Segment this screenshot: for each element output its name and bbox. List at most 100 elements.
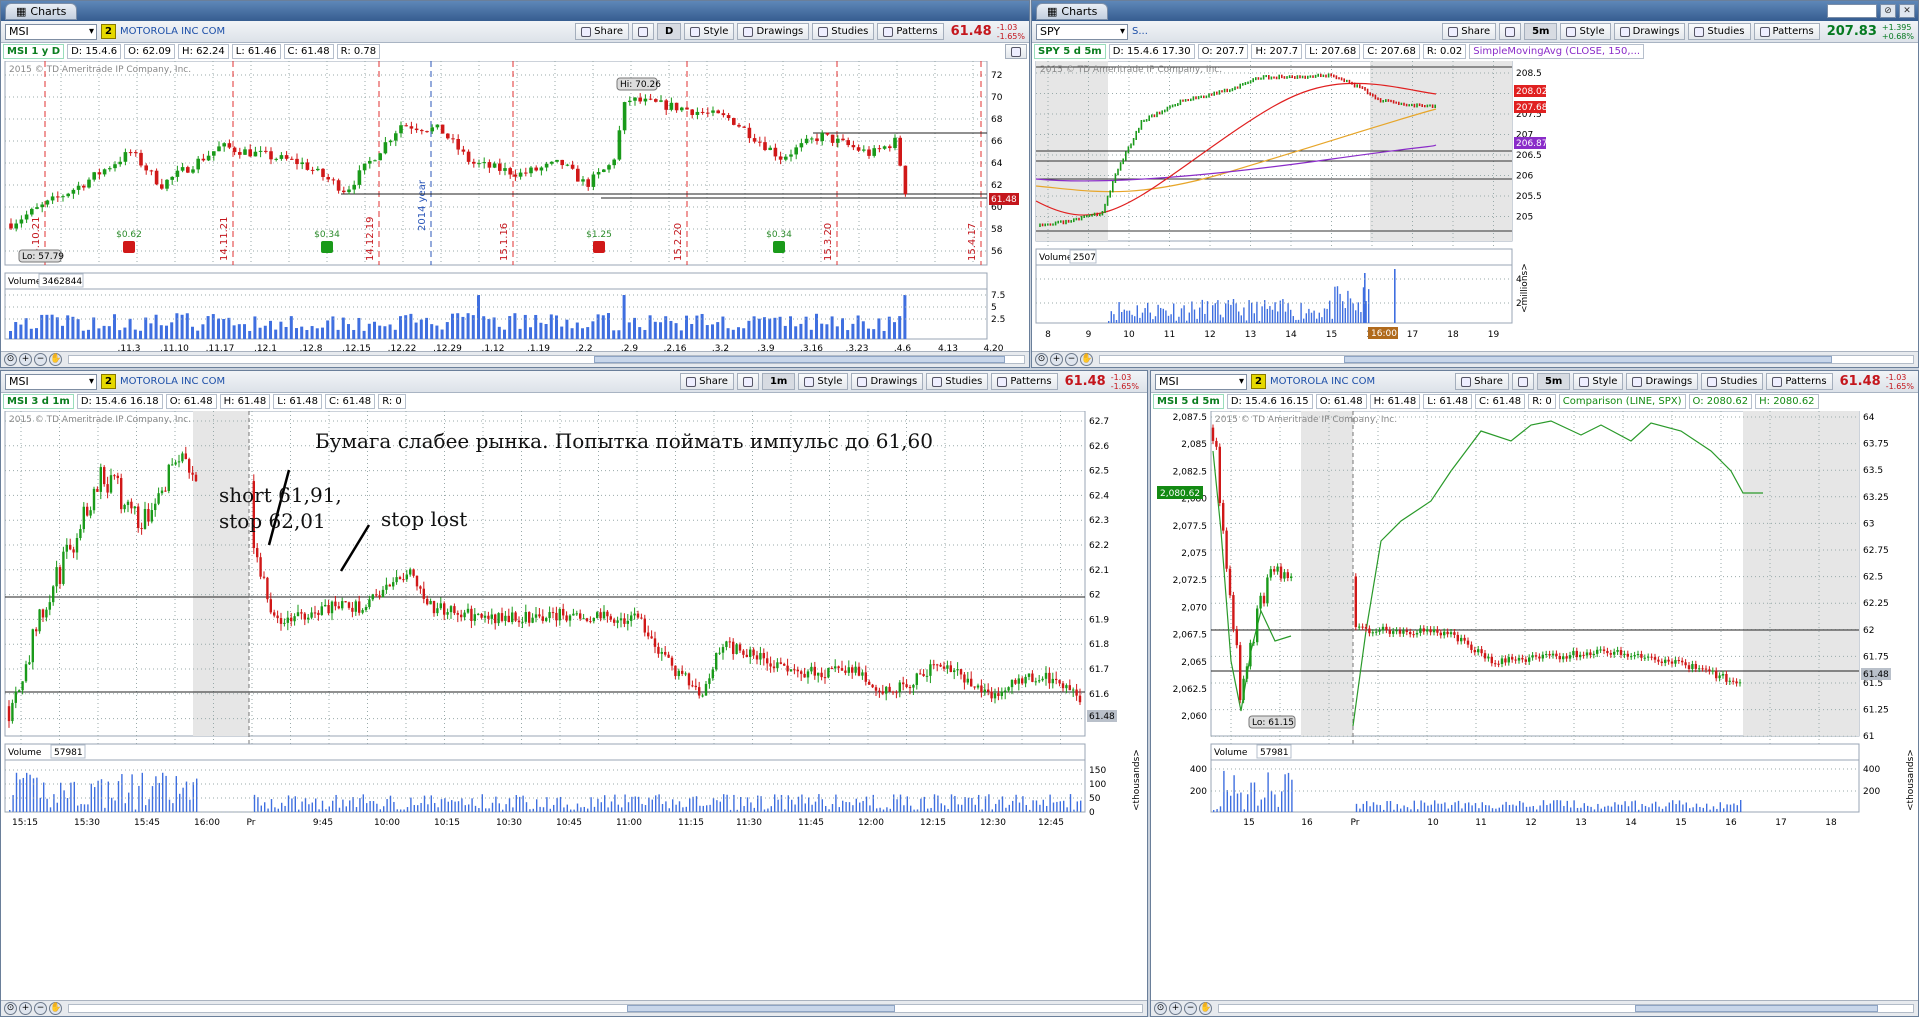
symbol-input[interactable]: MSI xyxy=(1155,373,1247,390)
drawings-button[interactable]: Drawings xyxy=(851,373,924,390)
volume-bar xyxy=(1709,809,1711,812)
chart-info-bar: MSI 1 y D D: 15.4.6 O: 62.09 H: 62.24 L: 61… xyxy=(1,43,1029,60)
volume-bar xyxy=(81,330,85,339)
zoom-reset-icon[interactable]: ⊙ xyxy=(1154,1002,1167,1015)
daily-candlestick-chart[interactable]: 14.10.21 14.11.21 14.12.19 15.1.16 15.2.20 15… xyxy=(1,61,1029,351)
spy-intraday-chart[interactable]: 2015 © TD Ameritrade IP Company, Inc. 20… xyxy=(1032,61,1918,353)
volume-bar xyxy=(318,809,320,812)
share-button[interactable]: Share xyxy=(680,373,734,390)
x-tick-label: .3.23 xyxy=(846,344,869,351)
symbol-input[interactable]: SPY xyxy=(1036,23,1128,40)
volume-bar xyxy=(289,316,293,339)
last-price: 61.48 xyxy=(1064,374,1106,389)
style-button[interactable]: Style xyxy=(798,373,849,390)
studies-button[interactable]: Studies xyxy=(812,23,875,40)
patterns-button[interactable]: Patterns xyxy=(877,23,944,40)
volume-bar xyxy=(1115,320,1118,323)
volume-bar xyxy=(923,796,925,812)
volume-bar xyxy=(1232,299,1235,323)
study-label[interactable]: SimpleMovingAvg (CLOSE, 150,... xyxy=(1469,44,1645,59)
chart-label[interactable]: SPY 5 d 5m xyxy=(1034,44,1106,59)
zoom-out-icon[interactable]: − xyxy=(1065,353,1078,366)
zoom-reset-icon[interactable]: ⊙ xyxy=(1035,353,1048,366)
zoom-reset-icon[interactable]: ⊙ xyxy=(4,1002,17,1015)
link-badge[interactable]: 2 xyxy=(101,24,116,39)
pan-hand-icon[interactable]: ✋ xyxy=(1199,1002,1212,1015)
chart-label[interactable]: MSI 1 y D xyxy=(3,44,65,59)
x-tick-label: 17 xyxy=(1407,330,1418,340)
time-scrollbar[interactable] xyxy=(1218,1004,1914,1013)
symbol-input[interactable]: MSI xyxy=(5,373,97,390)
aggregation-button[interactable]: D xyxy=(657,23,682,40)
msi-vs-spx-comparison-chart[interactable]: 2015 © TD Ameritrade IP Company, Inc. 2,… xyxy=(1151,411,1918,1003)
candle-body xyxy=(966,678,969,683)
pan-hand-icon[interactable]: ✋ xyxy=(1080,353,1093,366)
volume-bar xyxy=(211,314,215,339)
zoom-in-icon[interactable]: + xyxy=(1169,1002,1182,1015)
charts-tab[interactable]: ▦ Charts xyxy=(5,2,78,20)
candle-body xyxy=(560,159,564,166)
style-button[interactable]: Style xyxy=(1573,373,1624,390)
msi-1m-candlestick-chart[interactable]: 2015 © TD Ameritrade IP Company, Inc. 62… xyxy=(1,411,1147,1003)
volume-bar xyxy=(1566,800,1568,812)
zoom-out-icon[interactable]: − xyxy=(34,1002,47,1015)
studies-button[interactable]: Studies xyxy=(926,373,989,390)
chart-label[interactable]: MSI 3 d 1m xyxy=(3,394,74,409)
drawings-button[interactable]: Drawings xyxy=(1626,373,1699,390)
volume-bar xyxy=(175,313,179,339)
chart-label[interactable]: MSI 5 d 5m xyxy=(1153,394,1224,409)
window-titlebar[interactable]: ▦ Charts ⊘ ✕ xyxy=(1032,1,1918,21)
patterns-button[interactable]: Patterns xyxy=(1753,23,1820,40)
style-button[interactable]: Style xyxy=(684,23,735,40)
drawings-button[interactable]: Drawings xyxy=(1613,23,1686,40)
symbol-input[interactable]: MSI xyxy=(5,23,97,40)
volume-bar xyxy=(497,326,501,339)
share-button[interactable]: Share xyxy=(1442,23,1497,40)
patterns-button[interactable]: Patterns xyxy=(1766,373,1833,390)
volume-bar xyxy=(1180,308,1183,323)
charts-tab[interactable]: ▦ Charts xyxy=(1036,2,1109,20)
time-scrollbar[interactable] xyxy=(1099,355,1914,364)
volume-bar xyxy=(940,803,942,812)
tools-button[interactable] xyxy=(736,373,759,390)
time-scrollbar[interactable] xyxy=(68,355,1025,364)
search-box[interactable] xyxy=(1827,4,1877,18)
link-badge[interactable]: 2 xyxy=(1251,374,1266,389)
zoom-out-icon[interactable]: − xyxy=(1184,1002,1197,1015)
candle-body xyxy=(799,143,804,148)
zoom-in-icon[interactable]: + xyxy=(19,1002,32,1015)
pin-icon[interactable]: ⊘ xyxy=(1880,4,1896,18)
zoom-reset-icon[interactable]: ⊙ xyxy=(4,353,17,366)
volume-bar xyxy=(491,802,494,812)
pan-hand-icon[interactable]: ✋ xyxy=(49,1002,62,1015)
studies-button[interactable]: Studies xyxy=(1688,23,1751,40)
tools-button[interactable] xyxy=(1499,23,1522,40)
tools-button[interactable] xyxy=(1511,373,1534,390)
candle-body xyxy=(82,185,86,188)
share-button[interactable]: Share xyxy=(1455,373,1509,390)
volume-bar xyxy=(1183,305,1185,323)
studies-button[interactable]: Studies xyxy=(1701,373,1764,390)
tools-button[interactable] xyxy=(632,23,655,40)
zoom-in-icon[interactable]: + xyxy=(1050,353,1063,366)
zoom-out-icon[interactable]: − xyxy=(34,353,47,366)
drawings-button[interactable]: Drawings xyxy=(737,23,810,40)
zoom-in-icon[interactable]: + xyxy=(19,353,32,366)
time-scrollbar[interactable] xyxy=(68,1004,1143,1013)
settings-button[interactable] xyxy=(1005,44,1027,59)
candle-body xyxy=(65,544,68,552)
style-button[interactable]: Style xyxy=(1560,23,1611,40)
pan-hand-icon[interactable]: ✋ xyxy=(49,353,62,366)
patterns-button[interactable]: Patterns xyxy=(991,373,1058,390)
aggregation-button[interactable]: 5m xyxy=(1524,23,1558,40)
link-badge[interactable]: S... xyxy=(1132,26,1148,37)
volume-bar xyxy=(180,314,184,339)
aggregation-button[interactable]: 5m xyxy=(1536,373,1571,390)
window-titlebar[interactable]: ▦ Charts xyxy=(1,1,1029,21)
comparison-label[interactable]: Comparison (LINE, SPX) xyxy=(1558,394,1686,409)
close-icon[interactable]: ✕ xyxy=(1899,4,1915,18)
link-badge[interactable]: 2 xyxy=(101,374,116,389)
share-button[interactable]: Share xyxy=(575,23,630,40)
candle-body xyxy=(1653,657,1657,660)
aggregation-button[interactable]: 1m xyxy=(761,373,796,390)
